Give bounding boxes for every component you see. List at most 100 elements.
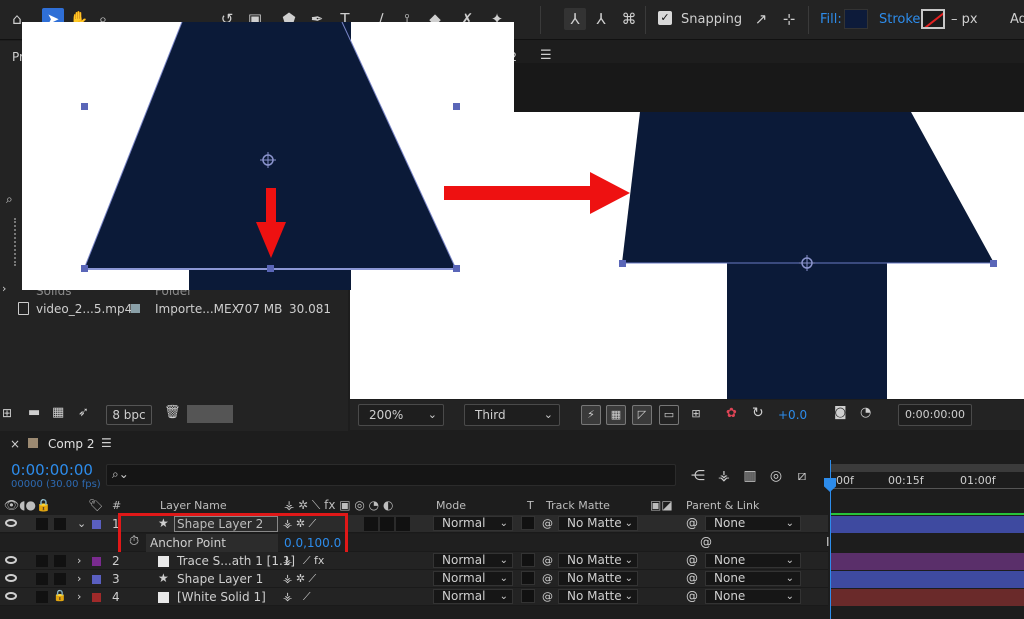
visibility-eye-icon[interactable] — [5, 592, 17, 600]
switch-box[interactable] — [396, 517, 410, 531]
layer-track-bar-2[interactable] — [831, 553, 1024, 570]
track-matte-dropdown[interactable]: No Matte ⌄ — [558, 553, 638, 568]
comp-flowchart-icon[interactable]: ⋲ — [688, 466, 708, 486]
layer-track-bar-4[interactable] — [831, 589, 1024, 606]
layer-name[interactable]: [White Solid 1] — [177, 590, 266, 604]
mask-visibility-icon[interactable]: ◸ — [632, 405, 652, 425]
layer-switches[interactable]: ⚶ ⟋ fx — [283, 554, 324, 568]
snap-edges-icon[interactable]: ↗ — [750, 8, 772, 30]
work-area-bar[interactable] — [830, 464, 1024, 472]
folder-twirl-icon[interactable]: › — [2, 282, 6, 295]
grid-guides-icon[interactable]: ⊞ — [686, 405, 706, 425]
layer-row-2[interactable]: › 2 Trace S...ath 1 [1.1] ⚶ ⟋ fx Normal ⌄… — [0, 552, 828, 570]
parent-pickwhip-icon[interactable]: @ — [686, 516, 698, 530]
stroke-color-swatch[interactable] — [921, 9, 945, 29]
track-matte-dropdown[interactable]: No Matte ⌄ — [558, 589, 638, 604]
layer-switches[interactable]: ⚶ ✲ ⟋ — [283, 572, 316, 586]
region-of-interest-icon[interactable]: ▭ — [659, 405, 679, 425]
snap-center-icon[interactable]: ⊹ — [778, 8, 800, 30]
layer-row-4[interactable]: 🔒 › 4 [White Solid 1] ⚶ ⟋ Normal ⌄ @ No M… — [0, 588, 828, 606]
visibility-eye-icon[interactable] — [5, 574, 17, 582]
bounding-handle[interactable] — [81, 103, 88, 110]
fill-label[interactable]: Fill: — [820, 12, 842, 27]
timeline-tab-name[interactable]: Comp 2 — [48, 437, 94, 451]
preserve-transparency-toggle[interactable] — [521, 553, 535, 567]
mode-dropdown[interactable]: Normal ⌄ — [433, 553, 513, 568]
visibility-eye-icon[interactable] — [5, 519, 17, 527]
layer-label-color[interactable] — [92, 593, 101, 602]
layer-label-color[interactable] — [92, 520, 101, 529]
world-axis-icon[interactable]: ⅄ — [590, 8, 612, 30]
vertex-handle[interactable] — [619, 260, 626, 267]
preserve-transparency-toggle[interactable] — [521, 516, 535, 530]
exposure-value[interactable]: +0.0 — [778, 408, 807, 422]
layer-name[interactable]: Shape Layer 1 — [177, 572, 263, 586]
color-channels-icon[interactable]: ✿ — [726, 406, 737, 421]
view-axis-icon[interactable]: ⌘ — [618, 8, 640, 30]
parent-dropdown[interactable]: None ⌄ — [705, 589, 801, 604]
chevron-right-icon[interactable]: › — [77, 572, 81, 585]
lock-switch[interactable] — [54, 518, 66, 530]
layer-track-bar-3[interactable] — [831, 571, 1024, 588]
track-matte-dropdown[interactable]: No Matte ⌄ — [558, 516, 638, 531]
parent-pickwhip-icon[interactable]: @ — [686, 553, 698, 567]
reset-exposure-icon[interactable]: ↻ — [752, 405, 764, 421]
bottom-center-handle[interactable] — [267, 265, 274, 272]
preserve-transparency-toggle[interactable] — [521, 589, 535, 603]
snapshot-camera-icon[interactable]: ◙ — [834, 405, 847, 420]
close-icon[interactable]: × — [10, 437, 20, 451]
bounding-handle[interactable] — [453, 103, 460, 110]
layer-label-color[interactable] — [92, 575, 101, 584]
chevron-right-icon[interactable]: › — [77, 554, 81, 567]
layer-name[interactable]: Trace S...ath 1 [1.1] — [177, 554, 295, 568]
matte-pickwhip-icon[interactable]: @ — [542, 572, 553, 585]
layer-search-input[interactable] — [106, 464, 676, 486]
layer-switches[interactable]: ⚶ ⟋ — [283, 590, 311, 604]
layer-label-color[interactable] — [92, 557, 101, 566]
stroke-width-value[interactable]: – px — [951, 12, 978, 27]
parent-pickwhip-icon[interactable]: @ — [686, 589, 698, 603]
draft-3d-icon[interactable]: ⚶ — [714, 466, 734, 486]
matte-pickwhip-icon[interactable]: @ — [542, 590, 553, 603]
composition-tab-menu-icon[interactable]: ☰ — [540, 48, 552, 63]
mode-dropdown[interactable]: Normal ⌄ — [433, 571, 513, 586]
stroke-label[interactable]: Stroke: — [879, 12, 925, 27]
switch-box[interactable] — [364, 517, 378, 531]
interpret-footage-icon[interactable]: ⊞ — [2, 406, 12, 420]
viewer-timecode[interactable]: 0:00:00:00 — [898, 404, 972, 426]
solo-switch[interactable] — [36, 591, 48, 603]
track-matte-dropdown[interactable]: No Matte ⌄ — [558, 571, 638, 586]
motion-blur-icon[interactable]: ◎ — [766, 466, 786, 486]
vertex-handle[interactable] — [453, 265, 460, 272]
parent-dropdown[interactable]: None ⌄ — [705, 571, 801, 586]
solo-switch[interactable] — [36, 518, 48, 530]
current-time-display[interactable]: 0:00:00:00 — [11, 461, 93, 479]
project-item-name[interactable]: video_2...5.mp4 — [36, 302, 132, 316]
chevron-right-icon[interactable]: › — [77, 590, 81, 603]
expression-pickwhip-icon[interactable]: @ — [700, 535, 712, 549]
render-queue-icon[interactable]: ➶ — [78, 405, 89, 420]
matte-pickwhip-icon[interactable]: @ — [542, 517, 553, 530]
lock-switch[interactable] — [54, 555, 66, 567]
layer-row-3[interactable]: › 3 ★ Shape Layer 1 ⚶ ✲ ⟋ Normal ⌄ @ No M… — [0, 570, 828, 588]
parent-dropdown[interactable]: None ⌄ — [705, 516, 801, 531]
add-menu-truncated[interactable]: Ad — [1010, 12, 1024, 27]
chevron-down-icon[interactable]: ⌄ — [77, 517, 86, 530]
fill-color-swatch[interactable] — [844, 9, 868, 29]
hide-shy-layers-icon[interactable]: ▥ — [740, 466, 760, 486]
graph-editor-icon[interactable]: ⧄ — [792, 466, 812, 486]
preserve-transparency-toggle[interactable] — [521, 571, 535, 585]
new-comp-icon[interactable]: ▦ — [52, 405, 64, 420]
bit-depth-button[interactable]: 8 bpc — [106, 405, 152, 425]
vertex-handle[interactable] — [81, 265, 88, 272]
lock-switch[interactable] — [54, 573, 66, 585]
visibility-eye-icon[interactable] — [5, 556, 17, 564]
parent-dropdown[interactable]: None ⌄ — [705, 553, 801, 568]
layer-track-bar-1[interactable] — [831, 516, 1024, 533]
snapping-checkbox[interactable]: ✓ — [658, 11, 672, 25]
mode-dropdown[interactable]: Normal ⌄ — [433, 589, 513, 604]
fast-previews-icon[interactable]: ⚡ — [581, 405, 601, 425]
solo-switch[interactable] — [36, 555, 48, 567]
vertex-handle[interactable] — [990, 260, 997, 267]
parent-pickwhip-icon[interactable]: @ — [686, 571, 698, 585]
